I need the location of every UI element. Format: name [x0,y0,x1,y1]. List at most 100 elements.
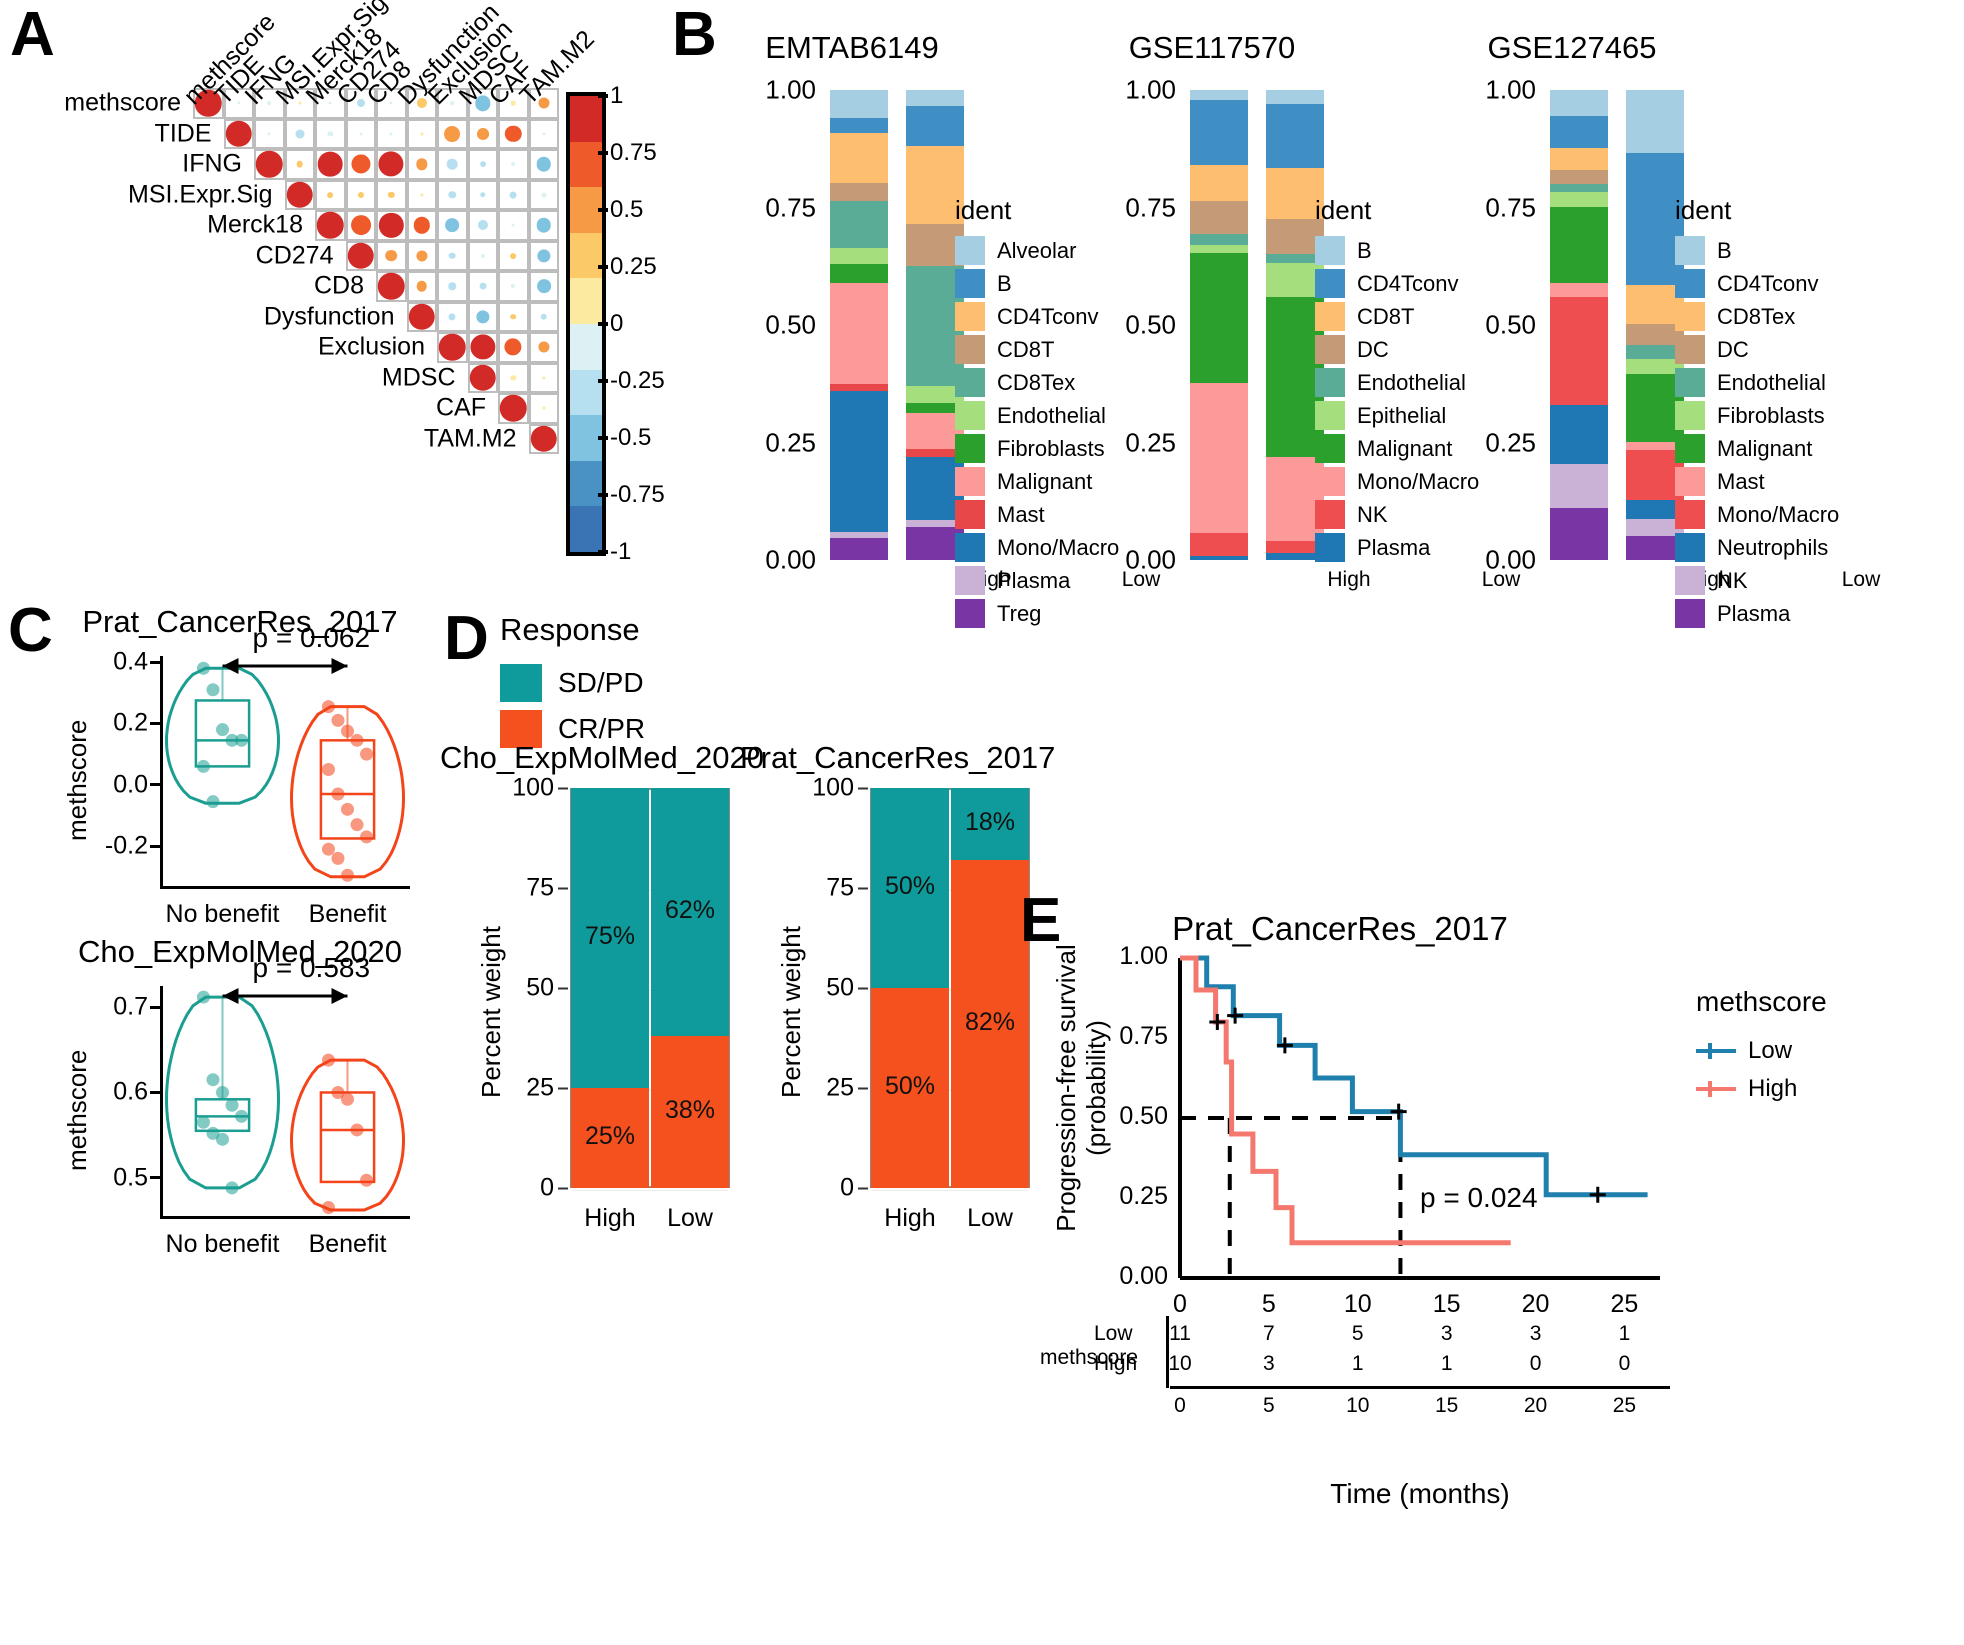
colorbar-segment-1 [570,141,602,188]
risk-row-label-High: High [1094,1352,1138,1375]
corr-dot [388,191,395,198]
panel-a-correlogram: A methscore methscore TIDE TIDE IFNG IFNG MSI.… [0,0,800,580]
legend-swatch-Plasma [1675,599,1705,628]
data-point [216,1132,229,1146]
y-tick-0: 0 [470,1174,554,1203]
corr-cell [406,149,437,180]
legend-label-NK: NK [1357,501,1388,527]
risk-table-divider [1170,1386,1670,1389]
corr-dot [470,334,496,360]
data-point [331,713,345,727]
corr-cell [223,118,254,149]
corr-dot [448,313,456,321]
bar-segment-CD8T [830,182,888,202]
corr-dot [359,132,363,136]
legend-swatch-Mast [955,500,985,529]
colorbar-segment-3 [570,232,602,279]
corr-dot [542,406,546,410]
corr-cell [437,179,468,210]
y-tick-2: 0.50 [1485,309,1536,340]
corr-dot [378,151,404,177]
data-point [206,1073,220,1087]
bar-segment-Malignant [1550,206,1608,283]
corr-cell [528,362,559,393]
y-tick-0: 0 [770,1174,854,1203]
bar-segment-Endothelial [1550,184,1608,193]
x-tick-Benefit: Benefit [308,1230,387,1258]
legend-swatch-CD4Tconv [1315,269,1345,298]
legend-label-NK: NK [1717,567,1748,593]
bar-segment-Mast [1550,282,1608,297]
legend-swatch-Plasma [955,566,985,595]
legend-item-NK: NK [1675,564,1839,597]
km-legend-item-Low: Low [1696,1032,1827,1070]
y-axis-label: Percent weight [776,926,806,1098]
risk-count-Low-1: 7 [1263,1322,1275,1345]
corr-dot [448,252,456,260]
colorbar-tick-0: 1 [610,82,624,109]
y-axis-label: Progression-free survival (probability) [1051,944,1111,1232]
data-point [341,868,354,882]
percent-chart-cho-2020: Cho_ExpMolMed_2020 0 25 50 75 100 75% 25% High 62… [440,740,764,1260]
risk-time-25: 25 [1612,1394,1637,1417]
legend-label-CD8Tex: CD8Tex [1717,303,1796,329]
segment-label-CR/PR: 82% [964,1008,1016,1036]
km-legend-label-Low: Low [1748,1037,1793,1064]
percent-bar-Low: 18% 82% [951,788,1029,1188]
risk-time-10: 10 [1346,1394,1370,1417]
stacked-bar-High: High [830,90,1011,591]
data-point [331,851,345,865]
corr-dot [511,223,515,227]
corr-row-label-9: MDSC [381,363,456,392]
legend-swatch-B [1675,236,1705,265]
legend-swatch-CD8T [1315,302,1345,331]
corr-dot [509,191,517,199]
corr-dot [479,161,486,168]
corr-dot [511,284,516,289]
kaplan-meier-chart: Prat_CancerRes_2017 0.00 0.25 0.50 0.75 1.00 0… [1030,910,1960,1509]
corr-dot [267,132,271,136]
corr-cell [376,118,407,149]
corr-row-label-8: Exclusion [318,332,425,361]
percent-bar-High: 75% 25% [571,788,649,1188]
bar-segment-Alveolar [906,90,964,107]
boxplot-Benefit [319,1091,376,1184]
x-tick-No benefit: No benefit [165,1230,280,1258]
legend-item-Plasma: Plasma [1675,597,1839,630]
bar-segment-NK [1190,533,1248,557]
legend-label-Malignant: Malignant [1717,435,1813,461]
segment-label-SD/PD: 50% [884,872,936,900]
corr-cell [528,332,559,363]
corr-dot [477,220,488,231]
y-tick-0: 0.00 [765,544,816,575]
x-tick-10: 10 [1343,1290,1372,1318]
risk-count-Low-0: 11 [1169,1322,1191,1345]
corr-cell [498,179,529,210]
bar-segment-DC [1190,201,1248,235]
corr-cell [467,149,498,180]
corr-dot [327,131,333,137]
corr-cell [528,393,559,424]
colorbar-tick-6: -0.5 [610,424,652,451]
data-point [331,787,345,801]
risk-count-Low-4: 3 [1529,1322,1542,1345]
corr-cell [528,271,559,302]
corr-row-label-7: Dysfunction [263,302,395,331]
data-point [196,1115,210,1129]
stacked-bar-High: High [1190,90,1371,591]
bar-segment-B [830,118,888,134]
legend-label-Treg: Treg [997,600,1042,626]
bar-segment-Mono/Macro [1190,382,1248,534]
stacked-chart-gse117570: GSE117570 0.00 0.25 0.50 0.75 1.00 High Low iden… [1060,30,1520,610]
corr-cell [498,301,529,332]
colorbar-tick-3: 0.25 [610,253,657,280]
segment-SD/PD: 62% [651,788,729,1036]
response-legend: Response SD/PD CR/PR [500,612,645,752]
corr-dot [439,334,466,361]
km-curve-Low [1180,955,1648,1198]
data-point [216,723,229,737]
risk-count-Low-2: 5 [1351,1322,1364,1345]
legend-swatch-Endothelial [1315,368,1345,397]
x-tick-25: 25 [1610,1290,1639,1318]
legend-label-B: B [1717,237,1732,263]
